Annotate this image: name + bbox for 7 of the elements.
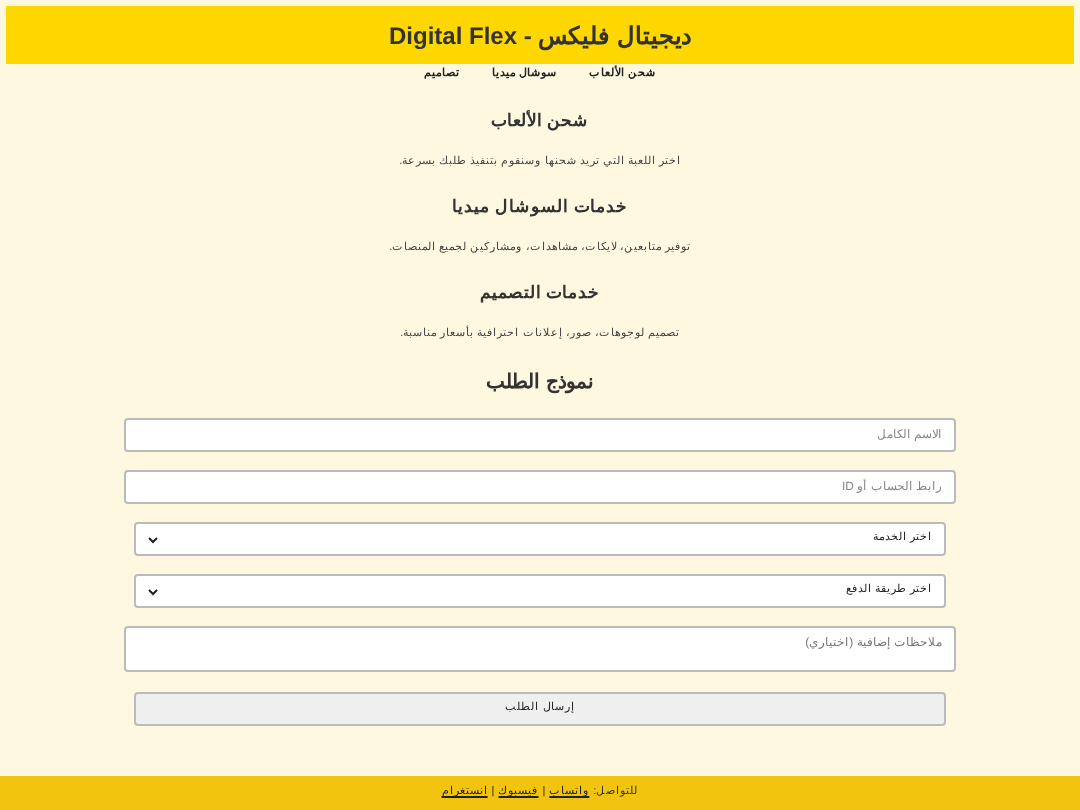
section-heading: شحن الألعاب xyxy=(490,108,590,134)
form-heading: نموذج الطلب xyxy=(484,370,596,398)
chevron-down-icon xyxy=(148,587,158,595)
site-title: ديجيتال فليكس - Digital Flex xyxy=(389,19,692,53)
chevron-down-icon xyxy=(148,535,158,543)
section-heading: خدمات التصميم xyxy=(479,280,601,306)
section-heading: خدمات السوشال ميديا xyxy=(452,194,628,220)
